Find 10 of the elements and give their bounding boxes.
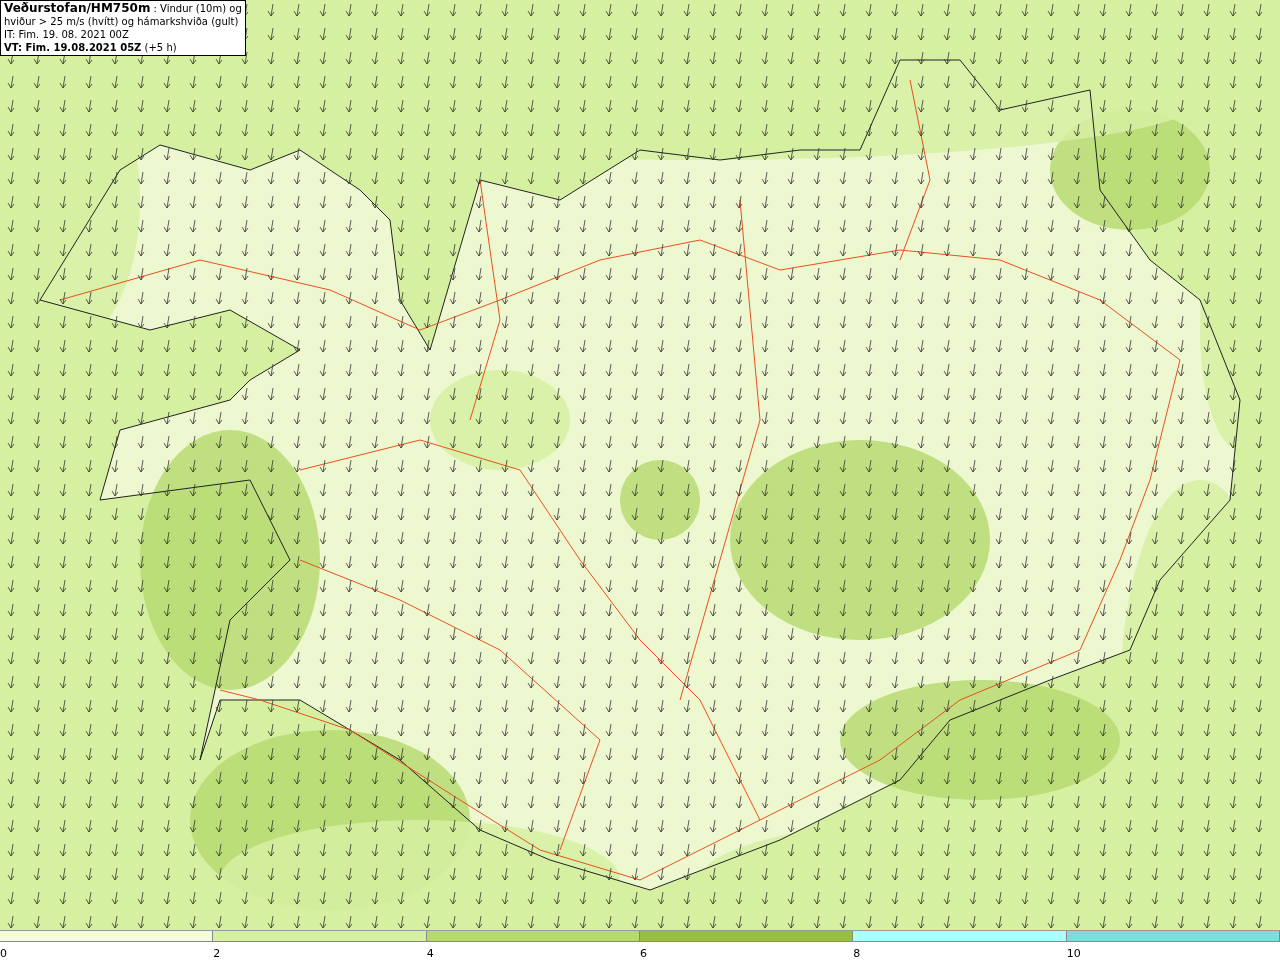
legend-label: 4	[426, 947, 434, 960]
legend-label: 10	[1066, 947, 1081, 960]
legend-label: 8	[853, 947, 861, 960]
legend-label: 6	[640, 947, 647, 960]
info-line: Veðurstofan/HM750m : Vindur (10m) og	[4, 2, 242, 15]
legend-label: 0	[0, 947, 7, 960]
info-line: hviður > 25 m/s (hvítt) og hámarkshviða (gult)	[4, 15, 240, 28]
info-line: IT: Fim. 19. 08. 2021 00Z	[4, 28, 130, 41]
info-line: VT: Fim. 19.08.2021 05Z (+5 h)	[4, 41, 178, 54]
legend-label: 2	[213, 947, 221, 960]
